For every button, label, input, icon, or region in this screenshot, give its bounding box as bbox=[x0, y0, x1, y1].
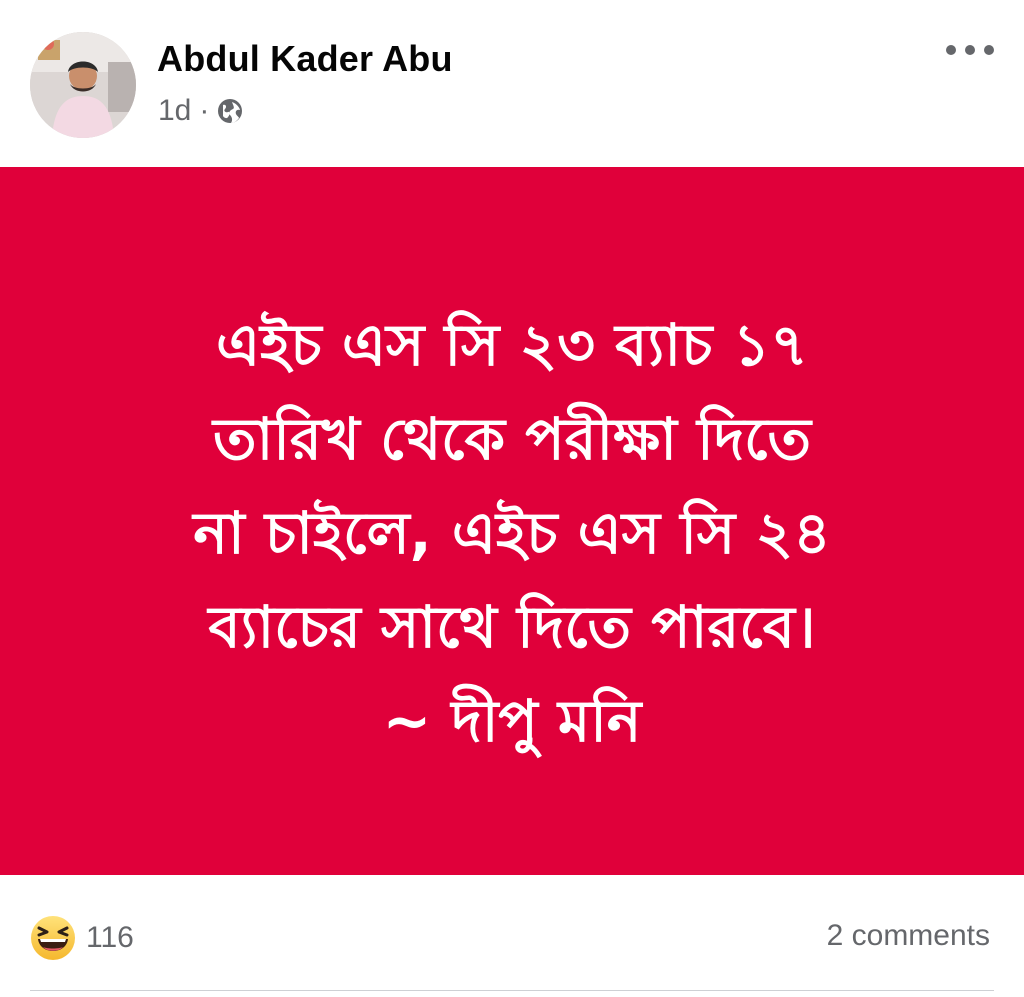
meta-separator: · bbox=[199, 94, 210, 127]
post-text-background[interactable]: এইচ এস সি ২৩ ব্যাচ ১৭ তারিখ থেকে পরীক্ষা… bbox=[0, 167, 1024, 875]
post-header: Abdul Kader Abu 1d · bbox=[0, 0, 1024, 167]
facebook-post: Abdul Kader Abu 1d · এইচ এস সি ২৩ ব্যাচ … bbox=[0, 0, 1024, 997]
comments-count-link[interactable]: 2 comments bbox=[827, 919, 990, 953]
more-dot-icon bbox=[984, 45, 994, 55]
more-dot-icon bbox=[946, 45, 956, 55]
footer-divider bbox=[30, 990, 994, 991]
post-text: এইচ এস সি ২৩ ব্যাচ ১৭ তারিখ থেকে পরীক্ষা… bbox=[72, 298, 952, 768]
reactions-summary[interactable]: 116 bbox=[30, 915, 134, 961]
post-footer: 116 2 comments bbox=[0, 875, 1024, 997]
post-attribution: ~ দীপু মনি bbox=[382, 687, 642, 755]
profile-photo-icon bbox=[30, 32, 136, 138]
more-options-button[interactable] bbox=[946, 38, 994, 62]
reaction-count: 116 bbox=[86, 921, 134, 954]
author-name[interactable]: Abdul Kader Abu bbox=[157, 38, 453, 80]
author-avatar[interactable] bbox=[30, 32, 136, 138]
post-text-line: ব্যাচের সাথে দিতে পারবে। bbox=[208, 593, 816, 661]
post-timestamp[interactable]: 1d bbox=[158, 94, 191, 128]
more-dot-icon bbox=[965, 45, 975, 55]
post-text-line: এইচ এস সি ২৩ ব্যাচ ১৭ bbox=[216, 311, 808, 379]
post-meta: 1d · bbox=[158, 94, 245, 128]
post-text-line: না চাইলে, এইচ এস সি ২৪ bbox=[193, 499, 831, 567]
globe-icon[interactable] bbox=[215, 96, 245, 126]
post-text-line: তারিখ থেকে পরীক্ষা দিতে bbox=[212, 405, 812, 473]
haha-reaction-icon bbox=[31, 916, 75, 960]
